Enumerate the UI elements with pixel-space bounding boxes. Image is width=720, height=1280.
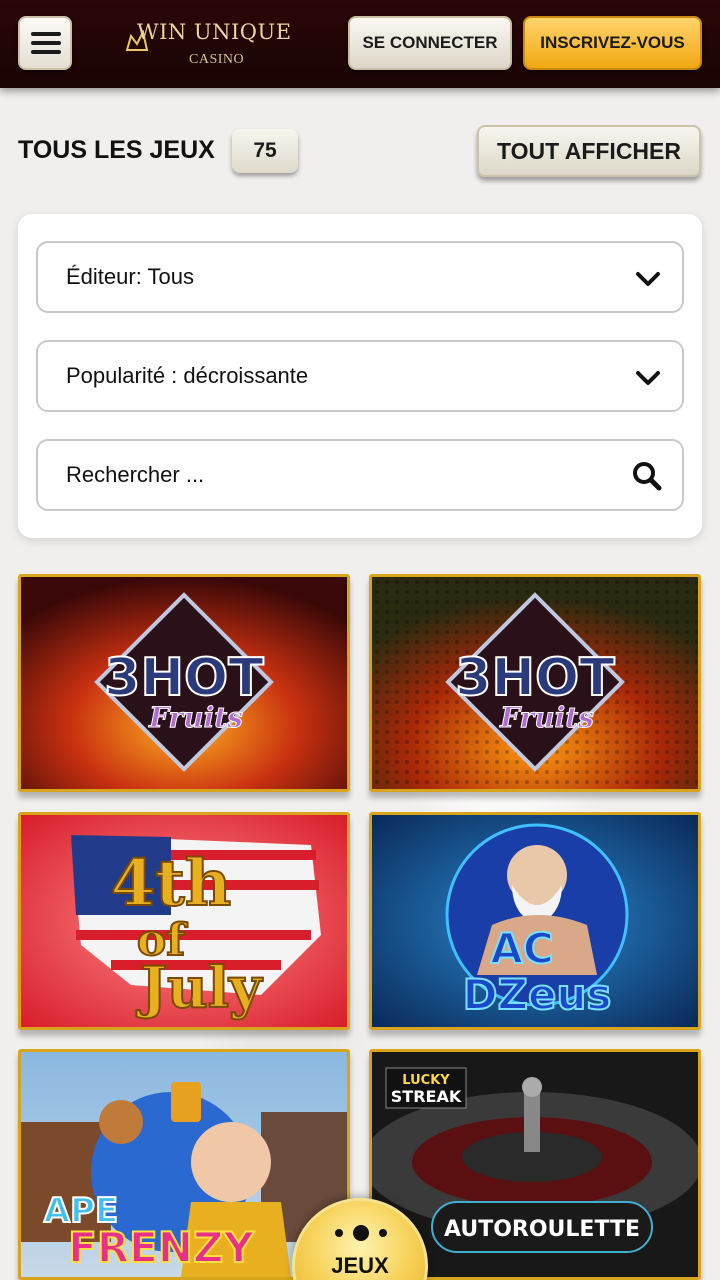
top-header: WIN UNIQUE CASINO SE CONNECTER INSCRIVEZ… xyxy=(0,0,720,88)
game-thumbnail: AC DZeus xyxy=(372,815,698,1027)
game-title-3: July xyxy=(135,955,262,1021)
game-subtitle: FRENZY xyxy=(68,1223,254,1272)
chevron-down-icon xyxy=(636,272,660,286)
sort-select-value: Popularité : décroissante xyxy=(66,363,309,388)
game-title: AUTOROULETTE xyxy=(444,1217,640,1242)
sort-select[interactable]: Popularité : décroissante xyxy=(36,340,684,412)
site-logo[interactable]: WIN UNIQUE CASINO xyxy=(125,18,300,72)
game-title: AC xyxy=(490,924,553,973)
provider-badge-line2: STREAK xyxy=(391,1087,462,1106)
game-thumbnail: 3HOT Fruits xyxy=(21,577,347,789)
game-thumbnail: 4th of July xyxy=(21,815,347,1027)
filter-panel: Éditeur: Tous Popularité : décroissante … xyxy=(18,214,702,538)
provider-badge-line1: LUCKY xyxy=(402,1073,450,1088)
games-count-badge: 75 xyxy=(232,129,298,173)
game-tile-ac-dzeus[interactable]: AC DZeus xyxy=(369,812,701,1030)
game-subtitle: Fruits xyxy=(499,701,594,734)
menu-line xyxy=(31,32,61,36)
game-tile-3-hot-fruits-2[interactable]: 3HOT Fruits xyxy=(369,574,701,792)
login-button[interactable]: SE CONNECTER xyxy=(348,16,512,70)
games-nav-label: JEUX xyxy=(331,1253,389,1278)
game-subtitle: Fruits xyxy=(148,701,243,734)
game-tile-3-hot-fruits[interactable]: 3HOT Fruits xyxy=(18,574,350,792)
publisher-select[interactable]: Éditeur: Tous xyxy=(36,241,684,313)
menu-line xyxy=(31,50,61,54)
logo-subtext: CASINO xyxy=(189,52,245,67)
game-subtitle: DZeus xyxy=(463,970,612,1019)
dots-icon xyxy=(335,1225,387,1241)
signup-button[interactable]: INSCRIVEZ-VOUS xyxy=(523,16,702,70)
game-title: 4th xyxy=(111,846,232,921)
search-input[interactable]: Rechercher ... xyxy=(36,439,684,511)
game-tile-4th-of-july[interactable]: 4th of July xyxy=(18,812,350,1030)
show-all-button[interactable]: TOUT AFFICHER xyxy=(477,125,701,177)
game-title: 3HOT xyxy=(104,648,264,708)
publisher-select-value: Éditeur: Tous xyxy=(66,264,195,289)
chevron-down-icon xyxy=(636,371,660,385)
hamburger-menu-button[interactable] xyxy=(18,16,72,70)
search-placeholder: Rechercher ... xyxy=(66,462,205,487)
menu-line xyxy=(31,41,61,45)
search-icon[interactable] xyxy=(632,461,662,491)
game-thumbnail: 3HOT Fruits xyxy=(372,577,698,789)
game-title: 3HOT xyxy=(455,648,615,708)
page-title: TOUS LES JEUX xyxy=(18,136,215,164)
logo-text: WIN UNIQUE xyxy=(137,20,292,44)
